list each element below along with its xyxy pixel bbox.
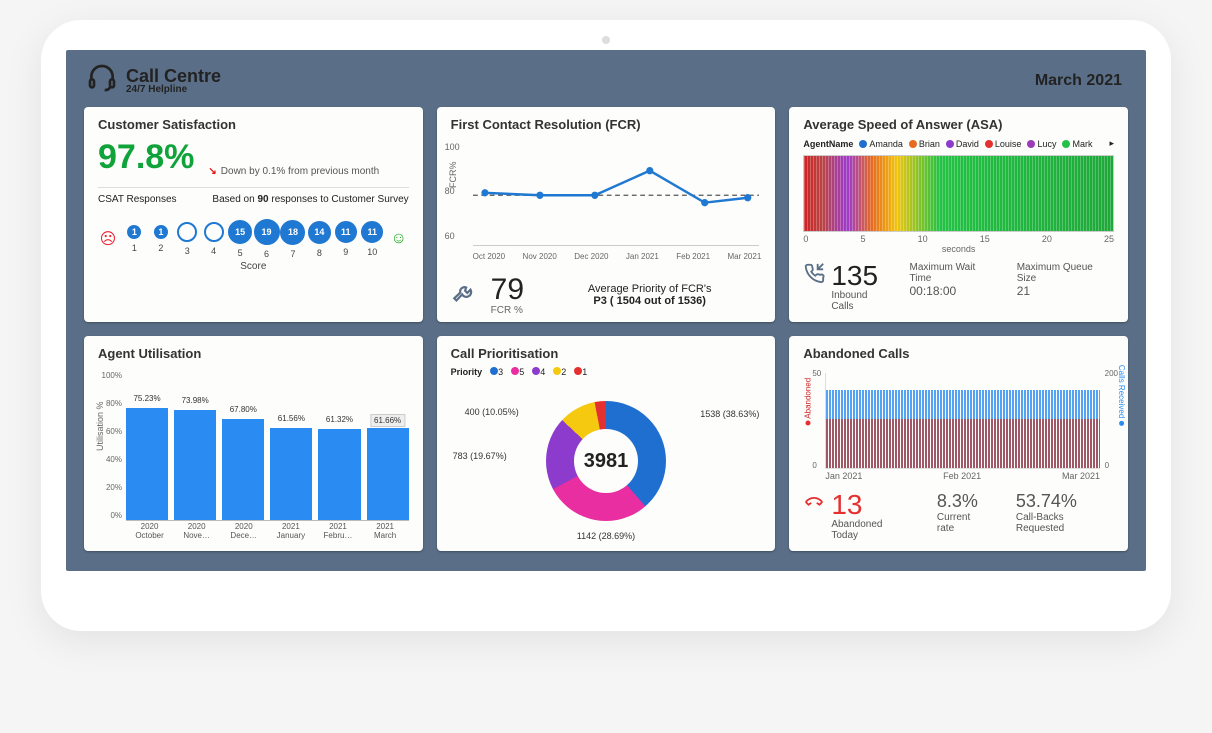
bubble[interactable] xyxy=(204,222,224,242)
laptop-frame: Call Centre 24/7 Helpline March 2021 Cus… xyxy=(41,20,1171,631)
sad-face-icon: ☹ xyxy=(100,229,117,249)
prio-title: Call Prioritisation xyxy=(451,346,762,361)
inbound-value: 135 xyxy=(831,262,891,290)
happy-face-icon: ☺ xyxy=(390,230,406,248)
callback-value: 53.74% xyxy=(1016,491,1114,512)
abandoned-rate-value: 8.3% xyxy=(937,491,990,512)
abandoned-x-axis: Jan 2021 Feb 2021 Mar 2021 xyxy=(825,471,1100,481)
abandoned-kpis: 13 Abandoned Today 8.3% Current rate 53.… xyxy=(803,491,1114,541)
fcr-x-axis: Oct 2020 Nov 2020 Dec 2020 Jan 2021 Feb … xyxy=(473,252,762,261)
fcr-number: 79 xyxy=(491,275,524,305)
asa-xlabel: seconds xyxy=(803,244,1114,254)
abandoned-today-label: Abandoned Today xyxy=(831,519,911,541)
bubble[interactable] xyxy=(177,222,197,242)
fcr-title: First Contact Resolution (FCR) xyxy=(451,117,762,132)
ab-y-left: 500 xyxy=(812,369,821,470)
bubble[interactable]: 14 xyxy=(308,221,331,244)
bar[interactable]: 61.32% xyxy=(318,429,360,521)
fcr-avg-value: P3 ( 1504 out of 1536) xyxy=(538,295,761,307)
card-grid: Customer Satisfaction 97.8% ↘ Down by 0.… xyxy=(66,107,1146,551)
abandoned-chart[interactable]: Abandoned Calls Received 500 2000 xyxy=(825,373,1100,469)
csat-title: Customer Satisfaction xyxy=(98,117,409,132)
queue-label: Maximum Queue Size xyxy=(1017,262,1114,284)
brand-name: Call Centre xyxy=(126,67,221,85)
arrow-down-icon: ↘ xyxy=(208,166,216,177)
wait-value: 00:18:00 xyxy=(910,284,999,298)
asa-chart[interactable] xyxy=(803,155,1114,232)
dashboard-screen: Call Centre 24/7 Helpline March 2021 Cus… xyxy=(66,50,1146,571)
ab-y-right: 2000 xyxy=(1105,369,1118,470)
bubble[interactable]: 11 xyxy=(335,221,357,243)
csat-delta: ↘ Down by 0.1% from previous month xyxy=(208,166,379,177)
phone-incoming-icon xyxy=(803,262,825,287)
asa-legend: AgentName Amanda Brian David Louise Lucy… xyxy=(803,138,1114,149)
bar[interactable]: 61.66% xyxy=(367,428,409,520)
prio-legend: Priority 3 5 4 2 1 xyxy=(451,367,762,377)
divider xyxy=(98,187,409,188)
bar[interactable]: 75.23% xyxy=(126,408,168,520)
csat-delta-text: Down by 0.1% from previous month xyxy=(221,166,379,177)
csat-bubble-chart[interactable]: ☹ 11 12 3 4 155 196 187 148 119 1110 ☺ xyxy=(98,219,409,259)
brand: Call Centre 24/7 Helpline xyxy=(86,62,221,99)
topbar: Call Centre 24/7 Helpline March 2021 xyxy=(66,50,1146,107)
card-prioritisation: Call Prioritisation Priority 3 5 4 2 1 3… xyxy=(437,336,776,551)
slice-label: 783 (19.67%) xyxy=(453,451,507,461)
report-period: March 2021 xyxy=(1035,72,1122,90)
camera-dot xyxy=(602,36,610,44)
donut-chart[interactable]: 3981 1538 (38.63%) 1142 (28.69%) 783 (19… xyxy=(451,381,762,541)
ab-ylabel-right: Calls Received xyxy=(1117,364,1126,425)
slice-label: 1538 (38.63%) xyxy=(700,409,759,419)
fcr-avg-label: Average Priority of FCR's xyxy=(538,283,761,295)
callback-label: Call-Backs Requested xyxy=(1016,512,1114,534)
csat-value: 97.8% xyxy=(98,138,194,177)
csat-responses-label: CSAT Responses xyxy=(98,194,177,205)
donut-total: 3981 xyxy=(584,450,629,473)
slice-label: 400 (10.05%) xyxy=(465,407,519,417)
card-csat: Customer Satisfaction 97.8% ↘ Down by 0.… xyxy=(84,107,423,322)
brand-sub: 24/7 Helpline xyxy=(126,85,221,95)
bar[interactable]: 61.56% xyxy=(270,428,312,520)
asa-x-axis: 0 5 10 15 20 25 xyxy=(803,234,1114,244)
bubble[interactable]: 15 xyxy=(228,220,252,244)
wait-label: Maximum Wait Time xyxy=(910,262,999,284)
csat-score-label: Score xyxy=(98,261,409,272)
util-title: Agent Utilisation xyxy=(98,346,409,361)
card-utilisation: Agent Utilisation Utilisation % 100%80%6… xyxy=(84,336,423,551)
card-abandoned: Abandoned Calls Abandoned Calls Received… xyxy=(789,336,1128,551)
util-chart[interactable]: Utilisation % 100%80%60%40%20%0% 75.23% … xyxy=(126,371,409,521)
fcr-summary: 79 FCR % Average Priority of FCR's P3 ( … xyxy=(451,275,762,316)
chevron-right-icon[interactable]: ▸ xyxy=(1109,138,1114,149)
asa-kpis: 135 Inbound Calls Maximum Wait Time 00:1… xyxy=(803,262,1114,312)
headset-icon xyxy=(86,62,118,99)
bar[interactable]: 67.80% xyxy=(222,419,264,520)
abandoned-rate-label: Current rate xyxy=(937,512,990,534)
fcr-chart[interactable]: FCR% 100 80 60 xyxy=(473,146,760,246)
abandoned-title: Abandoned Calls xyxy=(803,346,1114,361)
asa-title: Average Speed of Answer (ASA) xyxy=(803,117,1114,132)
bar[interactable]: 73.98% xyxy=(174,410,216,521)
card-asa: Average Speed of Answer (ASA) AgentName … xyxy=(789,107,1128,322)
inbound-label: Inbound Calls xyxy=(831,290,891,312)
bubble[interactable]: 19 xyxy=(254,219,280,245)
card-fcr: First Contact Resolution (FCR) FCR% 100 … xyxy=(437,107,776,322)
fcr-y-axis: 100 80 60 xyxy=(445,142,460,241)
phone-drop-icon xyxy=(803,491,825,516)
abandoned-today-value: 13 xyxy=(831,491,911,519)
util-x-axis: 2020 October 2020 Nove… 2020 Dece… 2021 … xyxy=(126,523,409,541)
bubble[interactable]: 1 xyxy=(127,225,141,239)
queue-value: 21 xyxy=(1017,284,1114,298)
csat-responses-row: CSAT Responses Based on 90 responses to … xyxy=(98,194,409,205)
wrench-icon xyxy=(451,281,477,310)
util-y-axis: 100%80%60%40%20%0% xyxy=(96,371,122,520)
csat-responses-text: Based on 90 responses to Customer Survey xyxy=(212,194,408,205)
bubble[interactable]: 11 xyxy=(361,221,383,243)
bubble[interactable]: 1 xyxy=(154,225,168,239)
slice-label: 1142 (28.69%) xyxy=(577,531,635,541)
fcr-number-label: FCR % xyxy=(491,305,524,316)
bubble[interactable]: 18 xyxy=(280,220,305,245)
